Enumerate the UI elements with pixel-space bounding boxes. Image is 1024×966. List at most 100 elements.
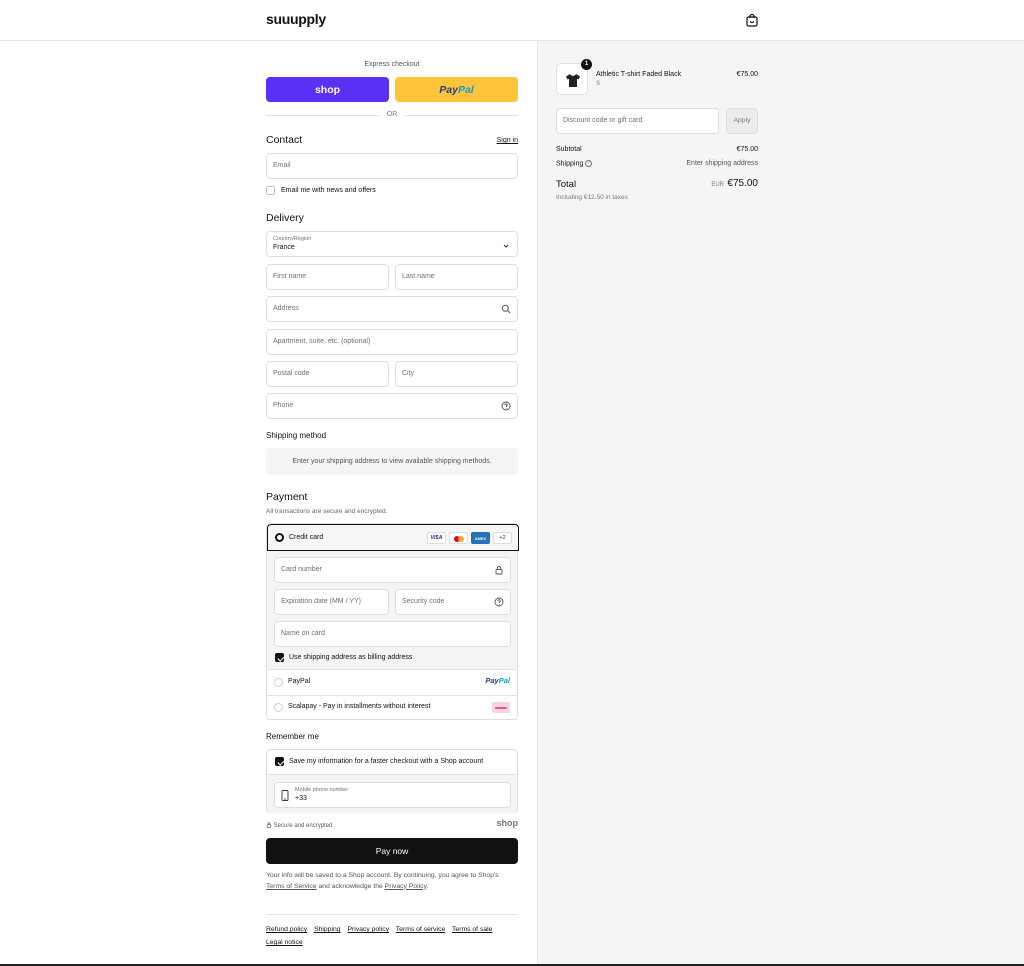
legal-text: Your info will be saved to a Shop accoun…: [266, 871, 518, 892]
help-icon[interactable]: [494, 597, 504, 607]
footer-link-terms-of-service[interactable]: Terms of service: [396, 926, 445, 933]
news-label: Email me with news and offers: [281, 187, 376, 194]
legal-text-part: Your info will be saved to a Shop accoun…: [266, 872, 499, 879]
scalapay-radio[interactable]: [274, 703, 283, 712]
apartment-placeholder: Apartment, suite, etc. (optional): [273, 338, 371, 345]
paypal-logo-part: Pay: [485, 676, 499, 685]
footer-link-refund-policy[interactable]: Refund policy: [266, 926, 307, 933]
security-code-placeholder: Security code: [402, 598, 445, 605]
apartment-field[interactable]: Apartment, suite, etc. (optional): [266, 329, 518, 355]
delivery-heading: Delivery: [266, 212, 304, 224]
quantity-badge: 1: [581, 59, 592, 70]
name-on-card-field[interactable]: Name on card: [274, 621, 511, 647]
secure-text: Secure and encrypted: [273, 823, 333, 829]
remember-me-box: Save my information for a faster checkou…: [266, 749, 518, 813]
divider: [267, 669, 517, 670]
legal-text-part: .: [426, 882, 429, 890]
postal-code-field[interactable]: Postal code: [266, 361, 389, 387]
country-select[interactable]: Country/Region France: [266, 231, 518, 257]
order-summary-panel: [537, 41, 1024, 966]
credit-card-option[interactable]: Credit card VISA AMEX +2: [267, 524, 519, 551]
footer-link-privacy-policy[interactable]: Privacy policy: [347, 926, 389, 933]
country-label: Country/Region: [273, 236, 312, 242]
lock-icon: [266, 822, 272, 828]
billing-same-label: Use shipping address as billing address: [289, 654, 413, 661]
card-logos: VISA AMEX +2: [427, 532, 512, 544]
postal-code-placeholder: Postal code: [273, 370, 310, 377]
mobile-phone-label: Mobile phone number: [295, 787, 349, 793]
site-header: suuupply: [0, 0, 1024, 41]
mobile-phone-field[interactable]: Mobile phone number +33: [274, 782, 511, 808]
shipping-methods-notice: Enter your shipping address to view avai…: [266, 448, 518, 475]
shopping-bag-icon[interactable]: [746, 13, 758, 27]
paypal-logo: PayPal: [485, 676, 510, 685]
paypal-logo-part: Pal: [457, 83, 474, 96]
secure-note: Secure and encrypted: [266, 822, 332, 829]
remember-me-heading: Remember me: [266, 732, 319, 741]
total-label: Total: [556, 179, 577, 190]
divider-line: [405, 115, 518, 116]
shipping-method-heading: Shipping method: [266, 431, 327, 440]
first-name-field[interactable]: First name: [266, 264, 389, 290]
shipping-value: Enter shipping address: [686, 160, 758, 167]
shipping-row: Shipping? Enter shipping address: [556, 160, 758, 167]
scalapay-option-label[interactable]: Scalapay - Pay in installments without i…: [288, 703, 430, 710]
first-name-placeholder: First name: [273, 273, 307, 280]
last-name-field[interactable]: Last name: [395, 264, 518, 290]
shop-pay-button[interactable]: shop: [266, 77, 389, 102]
footer-link-shipping[interactable]: Shipping: [314, 926, 340, 933]
save-info-checkbox[interactable]: [275, 757, 284, 766]
chevron-down-icon: [503, 244, 509, 248]
card-number-field[interactable]: Card number: [274, 557, 511, 583]
sign-in-link[interactable]: Sign in: [497, 137, 518, 144]
divider: [267, 695, 517, 696]
city-placeholder: City: [402, 370, 415, 377]
terms-of-service-link[interactable]: Terms of Service: [266, 883, 317, 890]
address-field[interactable]: Address: [266, 296, 518, 322]
security-code-field[interactable]: Security code: [395, 589, 511, 615]
paypal-button[interactable]: Pay Pal: [395, 77, 518, 102]
privacy-policy-link[interactable]: Privacy Policy: [385, 883, 427, 890]
shop-logo: shop: [496, 818, 519, 828]
credit-card-radio[interactable]: [275, 533, 284, 542]
help-icon[interactable]: [501, 401, 511, 411]
news-checkbox[interactable]: [266, 186, 275, 195]
payment-subtitle: All transactions are secure and encrypte…: [266, 508, 388, 515]
footer-link-legal-notice[interactable]: Legal notice: [266, 939, 303, 946]
shipping-label: Shipping: [556, 160, 584, 168]
product-price: €75.00: [736, 71, 758, 78]
mastercard-icon: [449, 532, 468, 544]
email-placeholder: Email: [273, 162, 291, 169]
product-thumbnail: 1: [556, 59, 592, 95]
footer-link-terms-of-sale[interactable]: Terms of sale: [452, 926, 492, 933]
apply-discount-button[interactable]: Apply: [726, 108, 758, 134]
last-name-placeholder: Last name: [402, 273, 435, 280]
phone-placeholder: Phone: [273, 402, 294, 409]
phone-field[interactable]: Phone: [266, 393, 518, 419]
tshirt-icon: [566, 74, 580, 87]
footer-divider: [266, 914, 518, 915]
store-logo[interactable]: suuupply: [266, 11, 326, 27]
paypal-logo-part: Pay: [439, 83, 458, 96]
city-field[interactable]: City: [395, 361, 518, 387]
email-field[interactable]: Email: [266, 153, 518, 179]
or-divider: OR: [266, 110, 518, 120]
paypal-radio[interactable]: [274, 678, 283, 687]
lock-icon: [495, 566, 503, 575]
payment-heading: Payment: [266, 491, 308, 503]
legal-text-part: and acknowledge the: [318, 882, 383, 890]
scalapay-logo: [492, 702, 510, 713]
country-value: France: [273, 244, 295, 251]
pay-now-button[interactable]: Pay now: [266, 838, 518, 864]
paypal-logo-part: Pal: [498, 676, 510, 685]
mobile-phone-value: +33: [295, 795, 307, 802]
expiration-date-field[interactable]: Expiration date (MM / YY): [274, 589, 389, 615]
card-number-placeholder: Card number: [281, 566, 322, 573]
total-currency: EUR: [711, 182, 724, 188]
discount-code-field[interactable]: Discount code or gift card: [556, 108, 719, 134]
help-icon[interactable]: ?: [585, 160, 593, 167]
mobile-phone-section: Mobile phone number +33: [267, 774, 517, 813]
paypal-option-label[interactable]: PayPal: [288, 678, 310, 685]
product-variant: S: [596, 81, 601, 87]
billing-same-checkbox[interactable]: [275, 653, 284, 662]
